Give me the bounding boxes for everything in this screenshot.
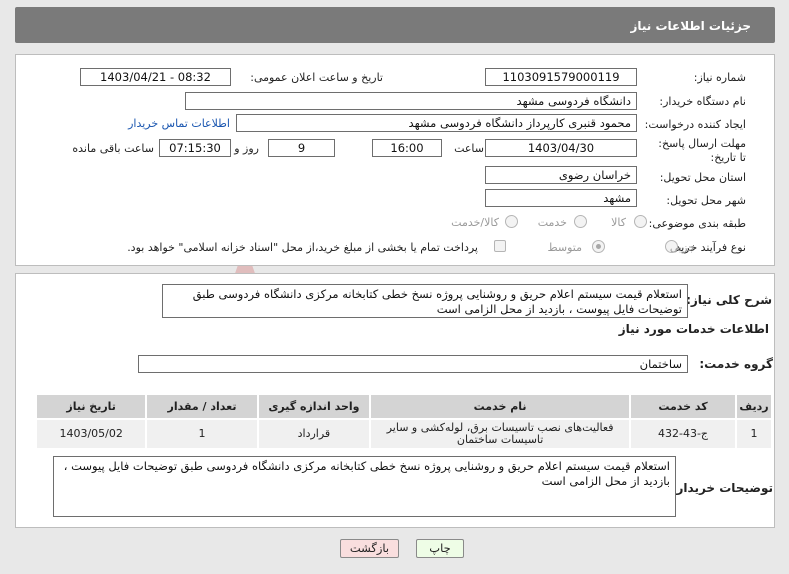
buyer-notes-textbox: استعلام قیمت سیستم اعلام حریق و روشنایی … — [53, 456, 676, 517]
days-remaining-field: 9 — [268, 139, 335, 157]
need-number-label: شماره نیاز: — [693, 71, 746, 84]
col-service-code: کد خدمت — [629, 393, 737, 420]
treasury-payment-note: پرداخت تمام یا بخشی از مبلغ خرید،از محل … — [127, 241, 478, 254]
category-label: طبقه بندی موضوعی: — [648, 217, 746, 230]
col-quantity: تعداد / مقدار — [145, 393, 259, 420]
announce-datetime-label: تاریخ و ساعت اعلان عمومی: — [250, 71, 383, 84]
cell-row-number: 1 — [734, 418, 774, 450]
category-service-label: خدمت — [537, 216, 567, 229]
col-unit: واحد اندازه گیری — [256, 393, 372, 420]
table-row: 1 ج-43-432 فعالیت‌های نصب تاسیسات برق، ل… — [34, 418, 774, 450]
category-goods-radio[interactable] — [634, 215, 647, 228]
services-section-title: اطلاعات خدمات مورد نیاز — [618, 322, 769, 336]
announce-datetime-field: 1403/04/21 - 08:32 — [80, 68, 231, 86]
time-remaining-field: 07:15:30 — [159, 139, 231, 157]
cell-unit: قرارداد — [256, 418, 372, 450]
cell-need-date: 1403/05/02 — [34, 418, 148, 450]
service-group-label: گروه خدمت: — [699, 357, 773, 371]
page-title: جزئیات اطلاعات نیاز — [630, 19, 751, 33]
creator-label: ایجاد کننده درخواست: — [644, 118, 746, 131]
category-service-radio[interactable] — [574, 215, 587, 228]
buyer-org-field: دانشگاه فردوسی مشهد — [185, 92, 637, 110]
cell-service-code: ج-43-432 — [629, 418, 737, 450]
print-button[interactable]: چاپ — [416, 539, 464, 558]
deadline-label: مهلت ارسال پاسخ: تا تاریخ: — [658, 137, 746, 164]
cell-quantity: 1 — [145, 418, 259, 450]
summary-textbox: استعلام قیمت سیستم اعلام حریق و روشنایی … — [162, 284, 688, 318]
city-label: شهر محل تحویل: — [666, 194, 746, 207]
category-goods-label: کالا — [611, 216, 626, 229]
buyer-contact-link[interactable]: اطلاعات تماس خریدار — [128, 117, 230, 130]
process-medium-label: متوسط — [547, 241, 582, 254]
creator-field: محمود قنبری کارپرداز دانشگاه فردوسی مشهد — [236, 114, 637, 132]
province-label: استان محل تحویل: — [659, 171, 746, 184]
page-header: جزئیات اطلاعات نیاز — [15, 7, 775, 43]
col-service-name: نام خدمت — [369, 393, 632, 420]
deadline-time-label: ساعت — [454, 142, 484, 155]
buyer-notes-label: توضیحات خریدار: — [671, 481, 773, 495]
treasury-payment-checkbox[interactable] — [494, 240, 506, 252]
service-group-field: ساختمان — [138, 355, 688, 373]
summary-label: شرح کلی نیاز: — [686, 293, 772, 307]
city-field: مشهد — [485, 189, 637, 207]
province-field: خراسان رضوی — [485, 166, 637, 184]
col-need-date: تاریخ نیاز — [34, 393, 148, 420]
col-row-number: ردیف — [734, 393, 774, 420]
time-remaining-label: ساعت باقی مانده — [72, 142, 154, 155]
process-medium-radio[interactable] — [592, 240, 605, 253]
deadline-date-field: 1403/04/30 — [485, 139, 637, 157]
services-table: ردیف کد خدمت نام خدمت واحد اندازه گیری ت… — [34, 393, 774, 450]
deadline-time-field: 16:00 — [372, 139, 442, 157]
process-minor-label: جزیی — [669, 241, 695, 254]
days-label: روز و — [234, 142, 259, 155]
category-goods-service-label: کالا/خدمت — [451, 216, 499, 229]
need-number-field: 1103091579000119 — [485, 68, 637, 86]
cell-service-name: فعالیت‌های نصب تاسیسات برق، لوله‌کشی و س… — [369, 418, 632, 450]
category-goods-service-radio[interactable] — [505, 215, 518, 228]
buyer-org-label: نام دستگاه خریدار: — [659, 95, 746, 108]
back-button[interactable]: بازگشت — [340, 539, 399, 558]
